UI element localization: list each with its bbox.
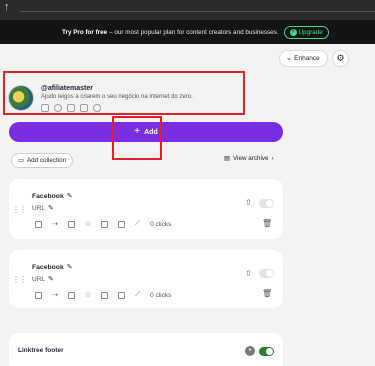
layout-icon[interactable] [35,220,42,228]
promo-title: Try Pro for free [62,28,108,36]
archive-icon: ▤ [224,155,230,162]
view-archive-link[interactable]: ▤ View archive › [224,155,274,162]
redirect-icon[interactable]: ⇢ [52,291,58,299]
promo-banner: Try Pro for free – our most popular plan… [0,20,375,44]
edit-pencil-icon[interactable]: ✎ [67,192,73,200]
add-button-highlight [112,116,162,160]
chevron-right-icon: › [271,155,274,162]
click-count: 0 clicks [150,220,172,228]
star-icon[interactable]: ☆ [85,220,91,228]
add-collection-label: Add collection [26,157,67,164]
schedule-icon[interactable] [101,220,109,228]
drag-handle-icon[interactable]: ⋮⋮ [12,205,27,214]
footer-card: Linktree footer • [9,333,283,366]
footer-label: Linktree footer [18,347,64,354]
link-url[interactable]: URL ✎ [32,204,54,213]
profile-highlight [3,71,245,115]
edit-pencil-icon[interactable]: ✎ [67,263,73,271]
analytics-icon[interactable]: ⟋ [135,220,140,228]
link-url[interactable]: URL ✎ [32,275,54,284]
trash-icon[interactable]: 🗑 [262,219,272,228]
thumbnail-icon[interactable] [67,220,75,228]
share-icon[interactable]: ⇧ [245,198,252,207]
address-bar-divider [20,11,375,12]
link-title-text: Facebook [32,192,64,200]
enhance-label: Enhance [294,55,320,62]
add-collection-button[interactable]: ▭ Add collection [11,153,74,168]
link-url-text: URL [32,275,46,283]
edit-pencil-icon[interactable]: ✎ [48,204,54,212]
link-title-text: Facebook [32,263,64,271]
magic-wand-icon: ⌁ [287,55,292,63]
link-toggle[interactable] [259,269,274,278]
link-title[interactable]: Facebook ✎ [32,192,73,201]
upgrade-button[interactable]: ⚡ Upgrade [283,25,329,39]
link-tools: ⇢ ☆ ⟋ 0 clicks [35,291,171,299]
menu-icon[interactable]: ↑ [4,1,10,13]
link-url-text: URL [32,204,46,212]
gear-icon: ⚙ [336,53,345,63]
view-archive-label: View archive [232,155,269,162]
footer-settings-icon[interactable]: • [245,346,255,356]
link-card: ⋮⋮ Facebook ✎ URL ✎ ⇢ ☆ ⟋ 0 clicks ⇧ 🗑 [9,250,283,308]
bolt-icon: ⚡ [289,28,297,36]
collection-icon: ▭ [18,157,24,164]
link-tools: ⇢ ☆ ⟋ 0 clicks [35,220,171,228]
lock-icon[interactable] [118,220,126,228]
link-toggle[interactable] [259,199,274,208]
star-icon[interactable]: ☆ [85,291,91,299]
edit-pencil-icon[interactable]: ✎ [48,275,54,283]
settings-button[interactable]: ⚙ [332,50,349,67]
footer-toggle[interactable] [259,347,274,356]
schedule-icon[interactable] [101,291,109,299]
thumbnail-icon[interactable] [67,291,75,299]
promo-text: – our most popular plan for content crea… [109,28,279,36]
share-icon[interactable]: ⇧ [245,269,252,278]
lock-icon[interactable] [118,291,126,299]
browser-address-bar: ↑ [0,0,375,20]
link-card: ⋮⋮ Facebook ✎ URL ✎ ⇢ ☆ ⟋ 0 clicks ⇧ 🗑 [9,179,283,239]
enhance-button[interactable]: ⌁ Enhance [279,50,328,67]
drag-handle-icon[interactable]: ⋮⋮ [12,275,27,284]
redirect-icon[interactable]: ⇢ [52,220,58,228]
upgrade-label: Upgrade [298,28,323,36]
trash-icon[interactable]: 🗑 [262,289,272,298]
analytics-icon[interactable]: ⟋ [135,291,140,299]
layout-icon[interactable] [35,291,42,299]
link-title[interactable]: Facebook ✎ [32,263,73,272]
click-count: 0 clicks [150,291,172,299]
